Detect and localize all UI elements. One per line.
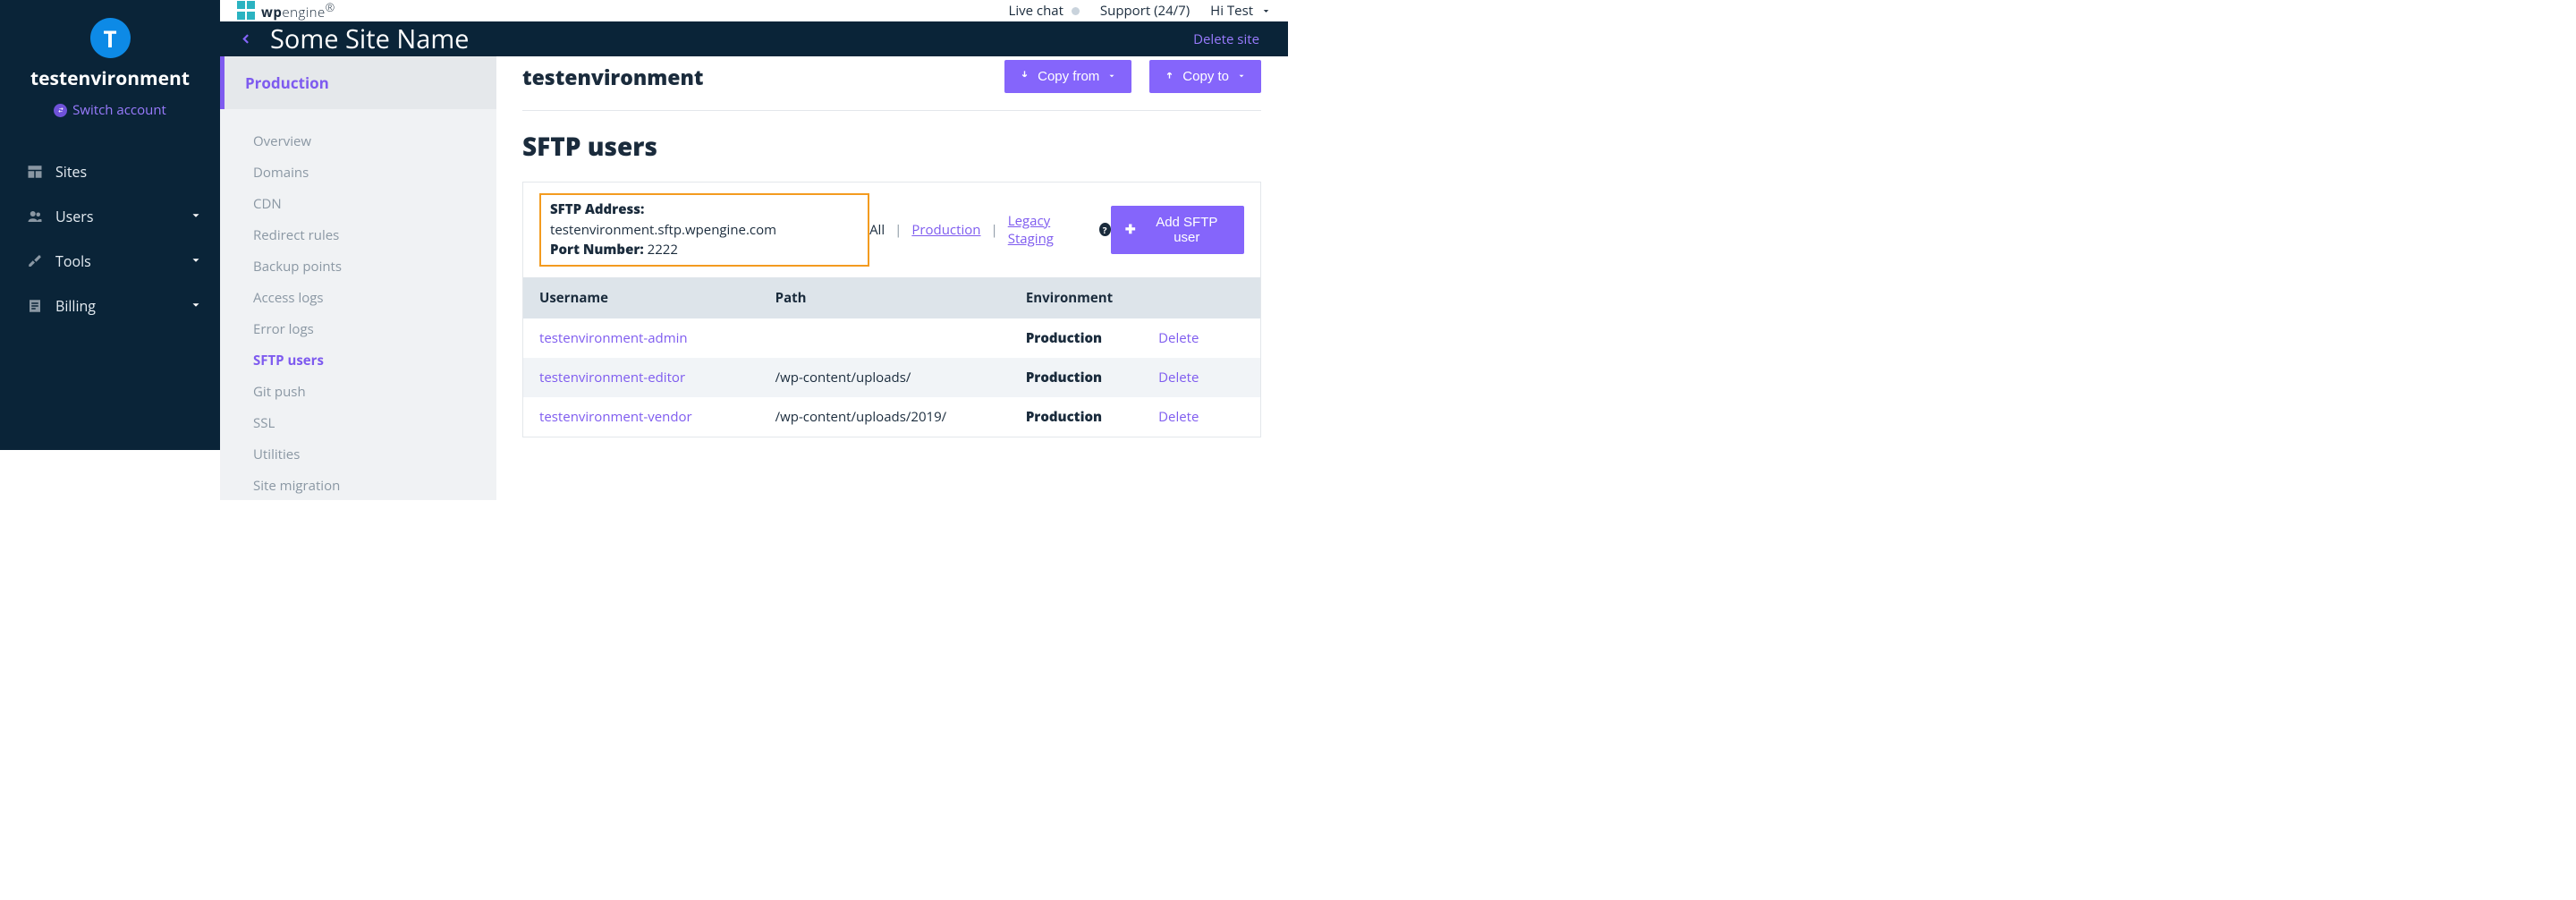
switch-icon: [54, 104, 67, 117]
caret-down-icon: [1237, 69, 1246, 84]
chevron-down-icon: [190, 207, 202, 226]
th-path: Path: [759, 277, 1010, 318]
sftp-connection-info: SFTP Address: testenvironment.sftp.wpeng…: [539, 193, 869, 267]
account-name: testenvironment: [0, 66, 220, 91]
copy-from-label: Copy from: [1038, 69, 1099, 84]
chevron-down-icon: [190, 296, 202, 316]
status-dot-icon: [1072, 7, 1080, 15]
separator: |: [990, 221, 997, 239]
help-icon[interactable]: ?: [1099, 223, 1111, 236]
environment-sidebar: Production Overview Domains CDN Redirect…: [220, 56, 496, 500]
main-content: testenvironment Copy from: [496, 56, 1288, 500]
subnav-access-logs[interactable]: Access logs: [253, 284, 496, 312]
filter-all[interactable]: All: [869, 221, 885, 239]
copy-to-label: Copy to: [1182, 69, 1229, 84]
site-title: Some Site Name: [270, 21, 469, 56]
sftp-username-link[interactable]: testenvironment-editor: [539, 369, 685, 386]
delete-sftp-user-link[interactable]: Delete: [1158, 408, 1199, 426]
user-menu[interactable]: Hi Test: [1210, 2, 1271, 20]
subnav-utilities[interactable]: Utilities: [253, 440, 496, 469]
sftp-path: [759, 318, 1010, 358]
avatar: T: [90, 18, 131, 58]
billing-icon: [27, 298, 43, 314]
section-title: SFTP users: [522, 130, 1261, 164]
delete-site-link[interactable]: Delete site: [1193, 30, 1259, 48]
primary-sidebar: T testenvironment Switch account Sites: [0, 0, 220, 450]
table-row: testenvironment-vendor /wp-content/uploa…: [523, 397, 1260, 437]
copy-from-button[interactable]: Copy from: [1004, 60, 1131, 93]
subnav-overview[interactable]: Overview: [253, 127, 496, 156]
arrow-up-icon: [1165, 69, 1174, 84]
chevron-down-icon: [190, 251, 202, 271]
copy-to-button[interactable]: Copy to: [1149, 60, 1261, 93]
sftp-card: SFTP Address: testenvironment.sftp.wpeng…: [522, 182, 1261, 437]
caret-down-icon: [1107, 69, 1116, 84]
sftp-env: Production: [1010, 397, 1142, 437]
sftp-filters: All | Production | Legacy Staging ?: [869, 212, 1111, 248]
sftp-path: /wp-content/uploads/: [759, 358, 1010, 397]
th-actions: [1142, 277, 1260, 318]
arrow-down-icon: [1020, 69, 1030, 84]
delete-sftp-user-link[interactable]: Delete: [1158, 329, 1199, 347]
subnav-git-push[interactable]: Git push: [253, 378, 496, 406]
grid-icon: [27, 164, 43, 180]
separator: |: [894, 221, 902, 239]
subnav-domains[interactable]: Domains: [253, 158, 496, 187]
sftp-path: /wp-content/uploads/2019/: [759, 397, 1010, 437]
filter-legacy-staging[interactable]: Legacy Staging: [1008, 212, 1089, 248]
env-tab-production[interactable]: Production: [220, 56, 496, 109]
nav-item-billing[interactable]: Billing: [0, 284, 220, 328]
filter-production[interactable]: Production: [911, 221, 980, 239]
delete-sftp-user-link[interactable]: Delete: [1158, 369, 1199, 386]
sftp-username-link[interactable]: testenvironment-vendor: [539, 408, 692, 426]
nav-label: Sites: [55, 162, 87, 182]
subnav-redirect-rules[interactable]: Redirect rules: [253, 221, 496, 250]
topbar: wpengine® Live chat Support (24/7) Hi Te…: [220, 0, 1288, 21]
brand-text: wpengine®: [261, 0, 335, 21]
switch-account-label: Switch account: [72, 101, 166, 119]
subnav-cdn[interactable]: CDN: [253, 190, 496, 218]
add-sftp-user-button[interactable]: ✚ Add SFTP user: [1111, 206, 1244, 254]
back-button[interactable]: [241, 30, 252, 48]
subnav-backup-points[interactable]: Backup points: [253, 252, 496, 281]
nav-item-sites[interactable]: Sites: [0, 149, 220, 194]
users-icon: [27, 208, 43, 225]
subnav-site-migration[interactable]: Site migration: [253, 471, 496, 500]
sftp-username-link[interactable]: testenvironment-admin: [539, 329, 688, 347]
support-link[interactable]: Support (24/7): [1100, 2, 1190, 20]
tools-icon: [27, 253, 43, 269]
primary-nav: Sites Users Tools: [0, 149, 220, 328]
nav-label: Users: [55, 207, 93, 226]
table-row: testenvironment-admin Production Delete: [523, 318, 1260, 358]
site-hero: Some Site Name Delete site: [220, 21, 1288, 56]
th-username: Username: [523, 277, 759, 318]
plus-icon: ✚: [1125, 222, 1136, 237]
environment-title: testenvironment: [522, 63, 704, 91]
caret-down-icon: [1261, 2, 1271, 20]
nav-item-users[interactable]: Users: [0, 194, 220, 239]
sftp-env: Production: [1010, 318, 1142, 358]
sftp-env: Production: [1010, 358, 1142, 397]
environment-subnav: Overview Domains CDN Redirect rules Back…: [220, 109, 496, 500]
brand-logo-icon: [237, 1, 257, 21]
nav-label: Tools: [55, 251, 91, 271]
add-sftp-user-label: Add SFTP user: [1144, 215, 1230, 245]
nav-label: Billing: [55, 296, 96, 316]
subnav-sftp-users[interactable]: SFTP users: [253, 346, 496, 375]
sftp-users-table: Username Path Environment testenvironmen…: [523, 277, 1260, 437]
account-block: T testenvironment Switch account: [0, 18, 220, 140]
subnav-error-logs[interactable]: Error logs: [253, 315, 496, 344]
switch-account-link[interactable]: Switch account: [0, 101, 220, 119]
brand[interactable]: wpengine®: [237, 0, 335, 21]
table-row: testenvironment-editor /wp-content/uploa…: [523, 358, 1260, 397]
live-chat-link[interactable]: Live chat: [1008, 2, 1079, 20]
subnav-ssl[interactable]: SSL: [253, 409, 496, 437]
nav-item-tools[interactable]: Tools: [0, 239, 220, 284]
th-environment: Environment: [1010, 277, 1142, 318]
